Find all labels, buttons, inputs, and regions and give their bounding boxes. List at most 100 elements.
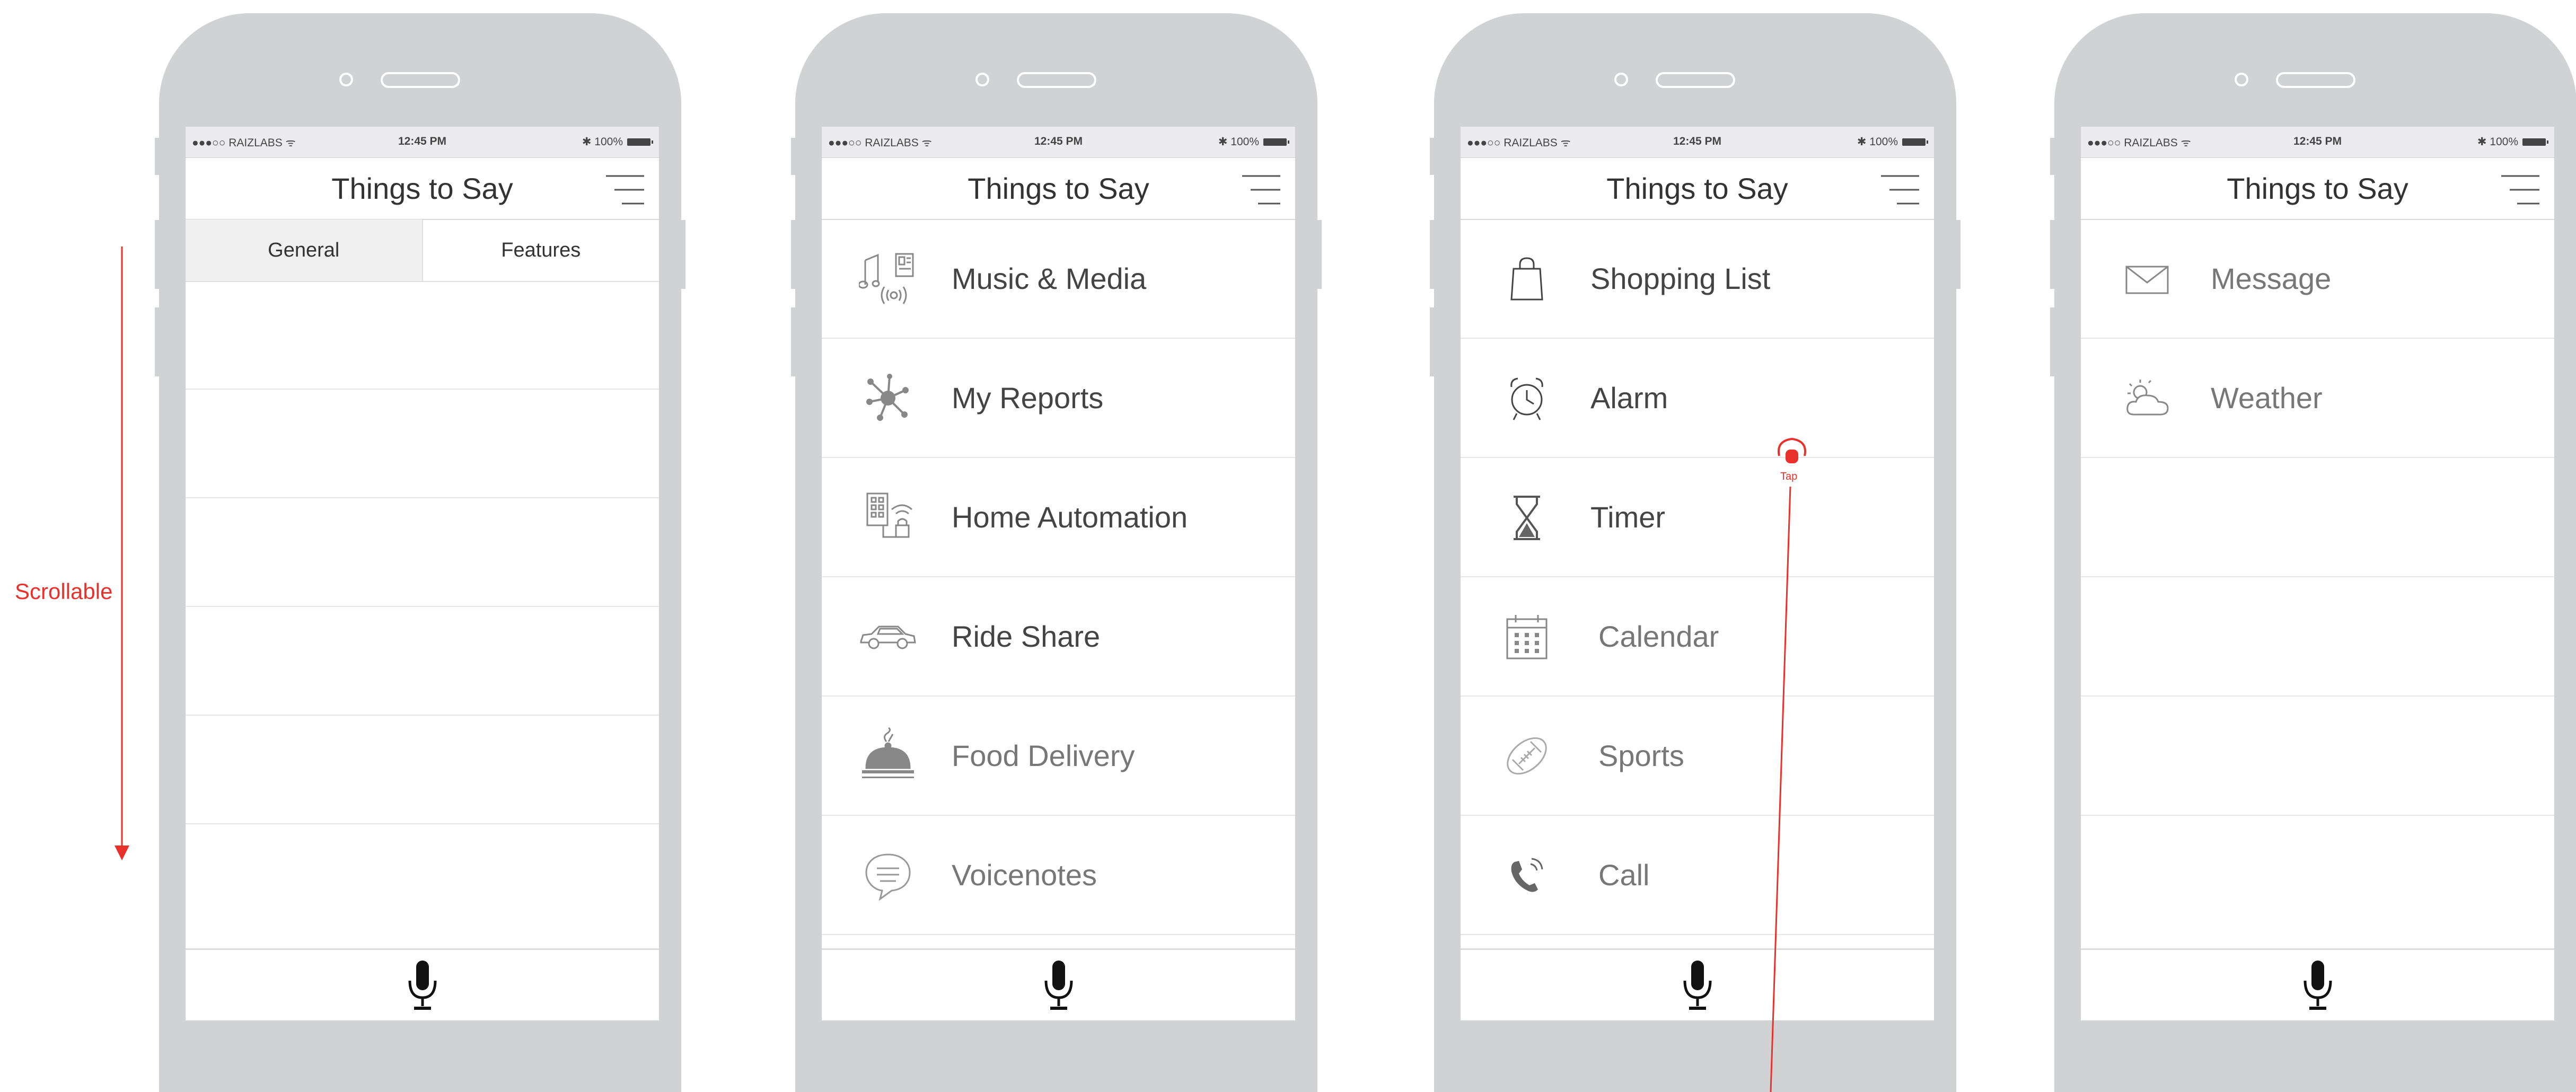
list-item-shopping-list[interactable]: Shopping List: [1461, 219, 1934, 339]
phone-mockup-features-page-2: ●●●○○ RAIZLABS ᯤ 12:45 PM ✱ 100% Things …: [1430, 13, 1960, 1092]
list-item: [186, 281, 659, 390]
front-camera: [339, 73, 353, 86]
list-item: [186, 607, 659, 716]
nav-bar: Things to Say: [2081, 157, 2554, 220]
list-item-label: Sports: [1598, 739, 1684, 772]
list-item-label: Weather: [2211, 381, 2323, 415]
list-item-label: Timer: [1590, 500, 1666, 534]
list-item-label: Home Automation: [952, 500, 1188, 534]
nav-bar: Things to Say: [186, 157, 659, 220]
earpiece-speaker: [381, 72, 460, 88]
envelope-icon: [2125, 266, 2169, 294]
volume-down-button: [1430, 307, 1434, 376]
battery-label: ✱ 100%: [2477, 136, 2518, 148]
side-button: [791, 138, 795, 175]
scrollable-annotation: Scrollable: [15, 579, 113, 604]
side-button: [2050, 138, 2054, 175]
list-item-my-reports[interactable]: My Reports: [822, 339, 1295, 458]
list-item: [2081, 697, 2554, 816]
microphone-icon[interactable]: [1682, 961, 1713, 1011]
list-item-ride-share[interactable]: Ride Share: [822, 577, 1295, 697]
food-delivery-icon: [862, 727, 914, 778]
list-item-voicenotes[interactable]: Voicenotes: [822, 816, 1295, 935]
battery-icon: [1263, 138, 1289, 146]
list-item-calendar[interactable]: Calendar: [1461, 577, 1934, 697]
phone-icon: [1511, 858, 1543, 892]
battery-icon: [1902, 138, 1928, 146]
earpiece-speaker: [2276, 72, 2355, 88]
screen: ●●●○○ RAIZLABS ᯤ 12:45 PM ✱ 100% Things …: [822, 127, 1295, 1020]
list-item: [186, 716, 659, 824]
list-item: [186, 498, 659, 607]
front-camera: [975, 73, 989, 86]
page-title: Things to Say: [331, 172, 513, 205]
microphone-icon[interactable]: [2302, 961, 2334, 1011]
front-camera: [2235, 73, 2248, 86]
list-item-label: Calendar: [1598, 620, 1719, 653]
voicenote-icon: [865, 853, 911, 901]
list-item: [186, 390, 659, 498]
list-item-music-media[interactable]: Music & Media: [822, 219, 1295, 339]
list-item-alarm[interactable]: Alarm: [1461, 339, 1934, 458]
earpiece-speaker: [1017, 72, 1096, 88]
list-item-food-delivery[interactable]: Food Delivery: [822, 697, 1295, 816]
status-bar: ●●●○○ RAIZLABS ᯤ 12:45 PM ✱ 100%: [1461, 127, 1934, 157]
list-item-home-automation[interactable]: Home Automation: [822, 458, 1295, 577]
microphone-icon[interactable]: [1043, 961, 1075, 1011]
weather-icon: [2126, 379, 2169, 415]
scroll-arrow: [115, 246, 129, 860]
battery-icon: [2522, 138, 2548, 146]
calendar-icon: [1506, 614, 1548, 659]
bottom-bar: [186, 948, 659, 1020]
feature-list: Message Weather: [2081, 219, 2554, 816]
phone-mockup-features-page-3: ●●●○○ RAIZLABS ᯤ 12:45 PM ✱ 100% Things …: [2050, 13, 2576, 1092]
battery-icon: [627, 138, 653, 146]
tab-general[interactable]: General: [186, 219, 423, 281]
tab-features[interactable]: Features: [423, 219, 660, 281]
hamburger-menu-icon[interactable]: [1881, 174, 1919, 206]
volume-up-button: [2050, 220, 2054, 289]
page-title: Things to Say: [1606, 172, 1788, 205]
list-item-weather[interactable]: Weather: [2081, 339, 2554, 458]
list-item-label: Call: [1598, 858, 1650, 892]
volume-down-button: [2050, 307, 2054, 376]
feature-list: Shopping List Alarm Timer Calendar Sport…: [1461, 219, 1934, 935]
side-button: [155, 138, 159, 175]
battery-label: ✱ 100%: [1218, 136, 1259, 148]
list-item-sports[interactable]: Sports: [1461, 697, 1934, 816]
list-item-label: My Reports: [952, 381, 1104, 415]
bottom-bar: [1461, 948, 1934, 1020]
hourglass-icon: [1514, 495, 1540, 540]
list-item-call[interactable]: Call: [1461, 816, 1934, 935]
screen: ●●●○○ RAIZLABS ᯤ 12:45 PM ✱ 100% Things …: [186, 127, 659, 1020]
battery-label: ✱ 100%: [1857, 136, 1898, 148]
volume-up-button: [155, 220, 159, 289]
empty-list: [186, 281, 659, 932]
status-bar: ●●●○○ RAIZLABS ᯤ 12:45 PM ✱ 100%: [822, 127, 1295, 157]
list-item-label: Food Delivery: [952, 739, 1135, 772]
home-automation-icon: [866, 492, 912, 538]
list-item-label: Message: [2211, 262, 2332, 295]
page-title: Things to Say: [968, 172, 1149, 205]
status-bar: ●●●○○ RAIZLABS ᯤ 12:45 PM ✱ 100%: [186, 127, 659, 157]
list-item-label: Alarm: [1590, 381, 1668, 415]
volume-down-button: [791, 307, 795, 376]
music-media-icon: [859, 253, 914, 304]
alarm-clock-icon: [1510, 377, 1543, 420]
earpiece-speaker: [1656, 72, 1735, 88]
hamburger-menu-icon[interactable]: [606, 174, 644, 206]
list-item-timer[interactable]: Timer: [1461, 458, 1934, 577]
segmented-tabs: General Features: [186, 219, 659, 282]
list-item-message[interactable]: Message: [2081, 219, 2554, 339]
microphone-icon[interactable]: [407, 961, 438, 1011]
football-icon: [1507, 737, 1547, 774]
nav-bar: Things to Say: [822, 157, 1295, 220]
list-item: [2081, 577, 2554, 697]
hamburger-menu-icon[interactable]: [1242, 174, 1280, 206]
list-item-label: Ride Share: [952, 620, 1101, 653]
screen: ●●●○○ RAIZLABS ᯤ 12:45 PM ✱ 100% Things …: [2081, 127, 2554, 1020]
bottom-bar: [822, 948, 1295, 1020]
hamburger-menu-icon[interactable]: [2501, 174, 2539, 206]
page-title: Things to Say: [2227, 172, 2408, 205]
nav-bar: Things to Say: [1461, 157, 1934, 220]
